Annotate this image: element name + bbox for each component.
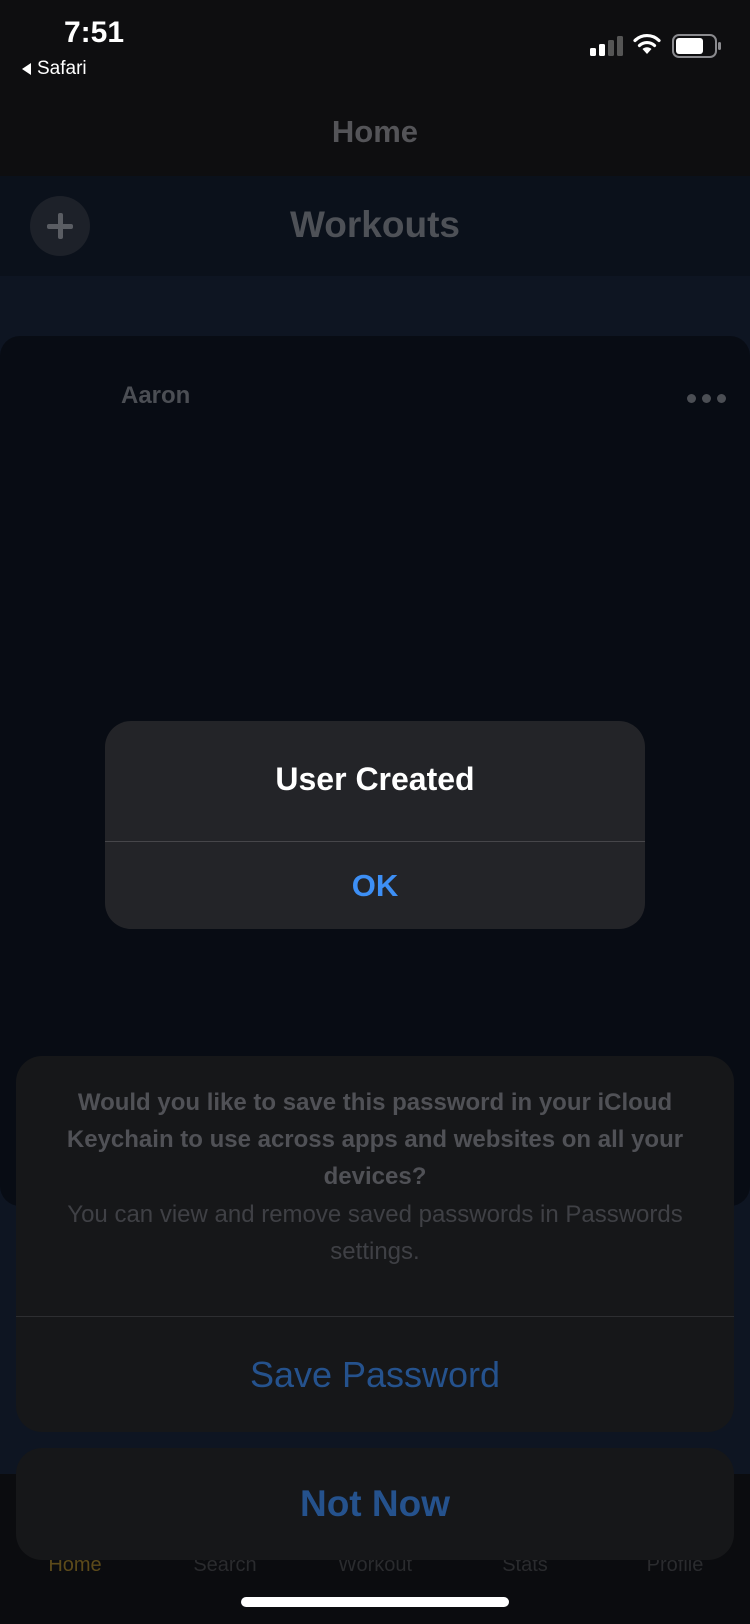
- back-arrow-icon: [22, 63, 31, 75]
- battery-icon: [672, 34, 721, 58]
- save-password-button[interactable]: Save Password: [16, 1317, 734, 1432]
- user-created-alert: User Created OK: [105, 721, 645, 929]
- status-bar: 7:51 Safari: [0, 0, 750, 86]
- alert-ok-button[interactable]: OK: [105, 842, 645, 929]
- back-to-app-link[interactable]: Safari: [22, 58, 87, 80]
- alert-title: User Created: [275, 761, 475, 797]
- not-now-button[interactable]: Not Now: [16, 1448, 734, 1560]
- navigation-header: Home: [0, 86, 750, 176]
- cellular-signal-icon: [590, 34, 626, 56]
- screen: 7:51 Safari Home Workouts Aaron Home Sea…: [0, 0, 750, 1624]
- wifi-icon: [633, 33, 661, 54]
- section-title: Workouts: [290, 204, 460, 245]
- keychain-action-sheet: Would you like to save this password in …: [16, 1056, 734, 1432]
- more-options-icon[interactable]: [687, 394, 727, 404]
- back-app-label: Safari: [37, 58, 87, 79]
- workouts-header: Workouts: [0, 176, 750, 276]
- sheet-detail: You can view and remove saved passwords …: [67, 1201, 683, 1265]
- home-indicator[interactable]: [241, 1597, 509, 1607]
- status-time: 7:51: [64, 16, 125, 49]
- card-username: Aaron: [121, 382, 191, 409]
- sheet-message: Would you like to save this password in …: [66, 1089, 684, 1190]
- page-title: Home: [331, 114, 419, 149]
